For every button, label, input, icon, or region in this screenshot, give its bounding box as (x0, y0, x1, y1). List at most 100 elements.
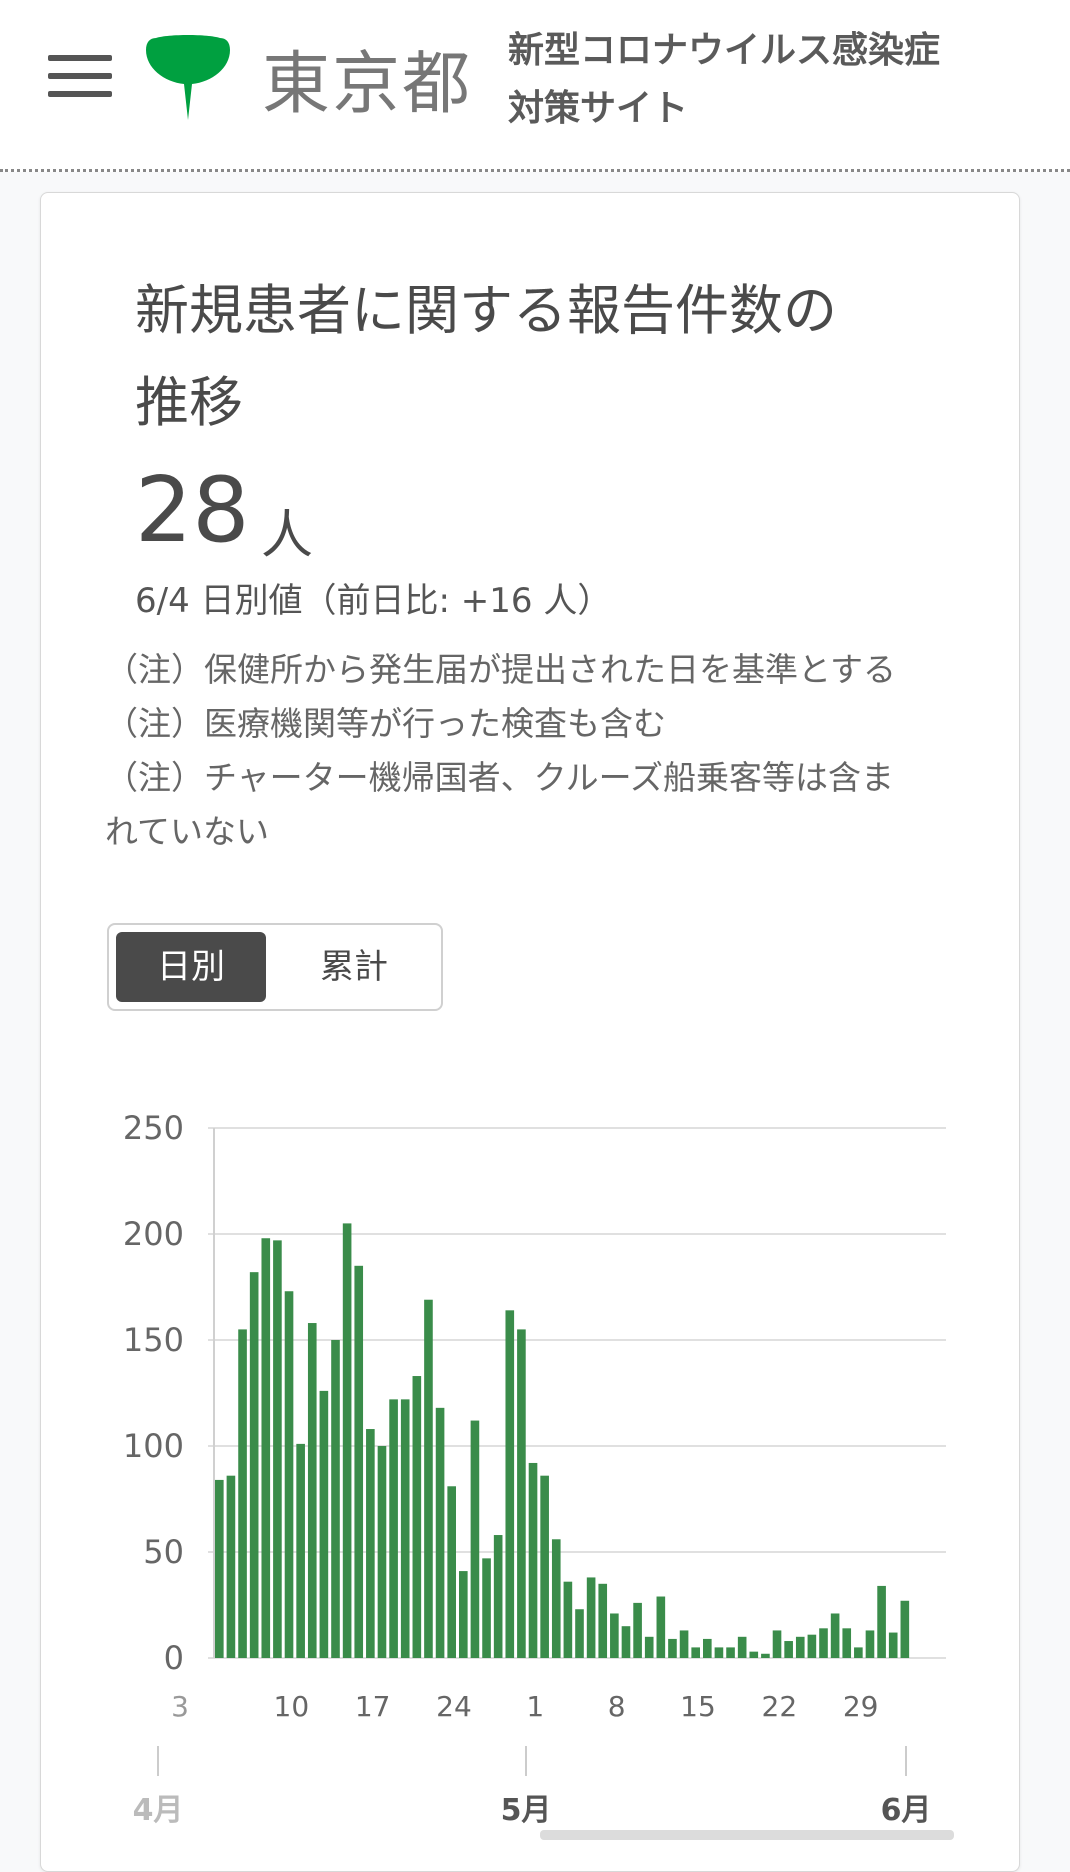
note-2: （注）医療機関等が行った検査も含む (105, 704, 666, 743)
tokyo-ginkgo-logo-icon (146, 35, 230, 120)
bar[interactable] (307, 1323, 317, 1658)
card-title: 新規患者に関する報告件数の 推移 (135, 265, 935, 449)
bar[interactable] (737, 1636, 747, 1658)
bar[interactable] (540, 1475, 549, 1658)
bar[interactable] (400, 1399, 410, 1658)
bar[interactable] (517, 1329, 526, 1658)
notes: （注）保健所から発生届が提出された日を基準とする （注）医療機関等が行った検査も… (105, 643, 985, 859)
x-tick-label: 1 (526, 1690, 544, 1723)
bar[interactable] (854, 1647, 863, 1658)
bar[interactable] (389, 1399, 398, 1658)
x-tick-label: 24 (436, 1690, 472, 1723)
x-tick-label: 29 (843, 1690, 879, 1723)
bar[interactable] (470, 1420, 480, 1658)
bar[interactable] (261, 1238, 271, 1658)
bar[interactable] (877, 1585, 886, 1658)
bar[interactable] (749, 1651, 759, 1658)
chart-scrollbar[interactable] (540, 1830, 954, 1840)
bar[interactable] (691, 1647, 700, 1658)
y-tick-label: 250 (123, 1109, 184, 1147)
headline-unit: 人 (261, 506, 314, 566)
toggle-daily-button[interactable]: 日別 (116, 932, 266, 1002)
x-tick-label: 10 (274, 1690, 310, 1723)
x-tick-label: 17 (355, 1690, 391, 1723)
y-tick-label: 200 (123, 1215, 184, 1253)
bar[interactable] (447, 1486, 456, 1658)
bar[interactable] (900, 1600, 910, 1658)
bar[interactable] (354, 1265, 364, 1658)
bar[interactable] (331, 1340, 340, 1658)
bar[interactable] (366, 1429, 375, 1658)
bar[interactable] (215, 1479, 224, 1658)
bar[interactable] (726, 1647, 735, 1658)
note-3-continued: れていない (105, 812, 270, 851)
card-title-line2: 推移 (135, 371, 243, 434)
month-label: 6月 (881, 1793, 932, 1828)
bar[interactable] (679, 1630, 689, 1658)
y-tick-label: 0 (164, 1639, 184, 1677)
x-tick-label: 22 (762, 1690, 798, 1723)
daily-cumulative-toggle: 日別 累計 (107, 923, 443, 1011)
bar[interactable] (226, 1475, 236, 1658)
month-label: 4月 (133, 1793, 184, 1828)
bar[interactable] (563, 1581, 573, 1658)
bar[interactable] (296, 1443, 305, 1658)
bar[interactable] (644, 1636, 654, 1658)
bar[interactable] (284, 1291, 294, 1658)
bar[interactable] (610, 1613, 619, 1658)
bar[interactable] (668, 1638, 677, 1658)
bar[interactable] (319, 1390, 329, 1658)
y-tick-label: 50 (143, 1533, 184, 1571)
bar[interactable] (482, 1558, 491, 1658)
bar[interactable] (621, 1626, 631, 1658)
headline-value: 28 (135, 458, 250, 563)
note-3: （注）チャーター機帰国者、クルーズ船乗客等は含ま (105, 758, 895, 797)
bar[interactable] (435, 1407, 445, 1658)
bar[interactable] (412, 1376, 422, 1658)
bar[interactable] (888, 1632, 898, 1658)
y-tick-label: 100 (123, 1427, 184, 1465)
site-header: 東京都 新型コロナウイルス感染症 対策サイト (0, 0, 1070, 172)
bar[interactable] (784, 1641, 793, 1658)
bar[interactable] (819, 1628, 828, 1658)
bar[interactable] (459, 1571, 468, 1658)
site-title[interactable]: 新型コロナウイルス感染症 対策サイト (508, 22, 940, 138)
site-title-line2: 対策サイト (508, 88, 689, 129)
tokyo-logo-text: 東京都 (262, 45, 473, 124)
month-label: 5月 (501, 1793, 552, 1828)
bar[interactable] (656, 1596, 666, 1658)
x-tick-label: 15 (680, 1690, 716, 1723)
bar[interactable] (830, 1613, 840, 1658)
toggle-cumulative-button[interactable]: 累計 (279, 932, 429, 1002)
bar[interactable] (342, 1223, 352, 1658)
note-1: （注）保健所から発生届が提出された日を基準とする (105, 650, 897, 689)
bar[interactable] (377, 1446, 387, 1658)
bar[interactable] (795, 1636, 805, 1658)
bar[interactable] (633, 1602, 642, 1658)
bar[interactable] (772, 1630, 782, 1658)
hamburger-menu-icon[interactable] (48, 55, 112, 99)
bar[interactable] (551, 1539, 561, 1658)
bar[interactable] (273, 1240, 282, 1658)
bar[interactable] (586, 1577, 596, 1658)
bar[interactable] (598, 1583, 608, 1658)
bar[interactable] (424, 1299, 433, 1658)
daily-cases-bar-chart: 0 50 100 150 200 250 3 10 17 24 1 8 15 22 29 4月 5月 6月 (123, 1109, 954, 1840)
site-title-line1: 新型コロナウイルス感染症 (508, 30, 941, 71)
bar[interactable] (865, 1630, 875, 1658)
bar[interactable] (493, 1535, 503, 1658)
y-tick-label: 150 (123, 1321, 184, 1359)
bar[interactable] (842, 1628, 852, 1658)
daily-change-text: 6/4 日別値（前日比: +16 人） (135, 581, 612, 621)
bar[interactable] (714, 1647, 724, 1658)
bar[interactable] (528, 1462, 538, 1658)
x-tick-label: 3 (171, 1690, 189, 1723)
bar[interactable] (807, 1634, 817, 1658)
bar[interactable] (761, 1653, 770, 1658)
bar[interactable] (575, 1609, 584, 1658)
bar[interactable] (703, 1638, 712, 1658)
x-tick-label: 8 (608, 1690, 626, 1723)
bar[interactable] (238, 1329, 247, 1658)
bar[interactable] (249, 1272, 259, 1658)
bar[interactable] (505, 1310, 515, 1658)
